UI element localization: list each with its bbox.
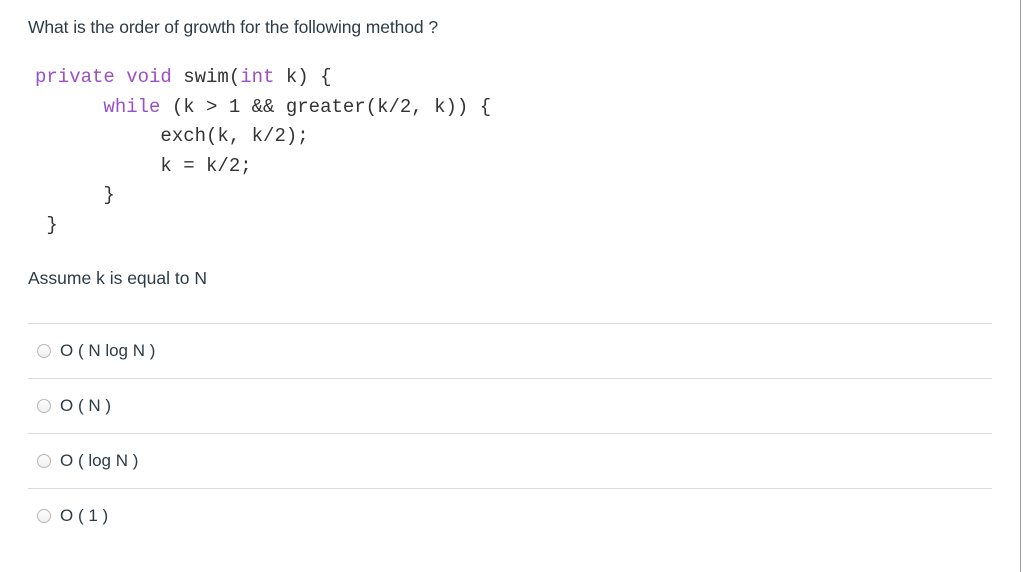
answer-label[interactable]: O ( 1 )	[60, 506, 108, 526]
answer-option[interactable]: O ( 1 )	[28, 489, 992, 543]
answer-label[interactable]: O ( log N )	[60, 451, 138, 471]
code-line: exch(k, k/2);	[35, 122, 491, 152]
code-text: }	[46, 213, 58, 236]
code-text: (k > 1 && greater(k/2, k)) {	[160, 95, 492, 118]
code-keyword: int	[240, 66, 275, 88]
code-line: }	[35, 211, 491, 241]
radio-button[interactable]	[37, 344, 51, 358]
code-line: }	[35, 181, 491, 211]
answer-label[interactable]: O ( N )	[60, 396, 111, 416]
code-line: private void swim(int k) {	[35, 63, 491, 93]
question-assumption: Assume k is equal to N	[28, 268, 207, 288]
code-block: private void swim(int k) { while (k > 1 …	[35, 63, 491, 240]
quiz-question-page: What is the order of growth for the foll…	[0, 0, 1020, 572]
radio-button[interactable]	[37, 399, 51, 413]
answer-option[interactable]: O ( log N )	[28, 434, 992, 488]
answer-option[interactable]: O ( N )	[28, 379, 992, 433]
answer-label[interactable]: O ( N log N )	[60, 341, 155, 361]
answer-option[interactable]: O ( N log N )	[28, 324, 992, 378]
code-keyword: private void	[35, 66, 172, 88]
code-line: k = k/2;	[35, 152, 491, 182]
code-text: k = k/2;	[160, 154, 252, 177]
code-text: k) {	[274, 66, 332, 88]
answer-list: O ( N log N ) O ( N ) O ( log N ) O ( 1 …	[28, 323, 992, 543]
code-text: swim(	[171, 66, 241, 88]
code-keyword: while	[103, 95, 161, 118]
code-line: while (k > 1 && greater(k/2, k)) {	[35, 93, 491, 123]
code-text: exch(k, k/2);	[160, 125, 309, 147]
radio-button[interactable]	[37, 509, 51, 523]
question-title: What is the order of growth for the foll…	[28, 17, 438, 37]
radio-button[interactable]	[37, 454, 51, 468]
code-text: }	[103, 184, 115, 206]
